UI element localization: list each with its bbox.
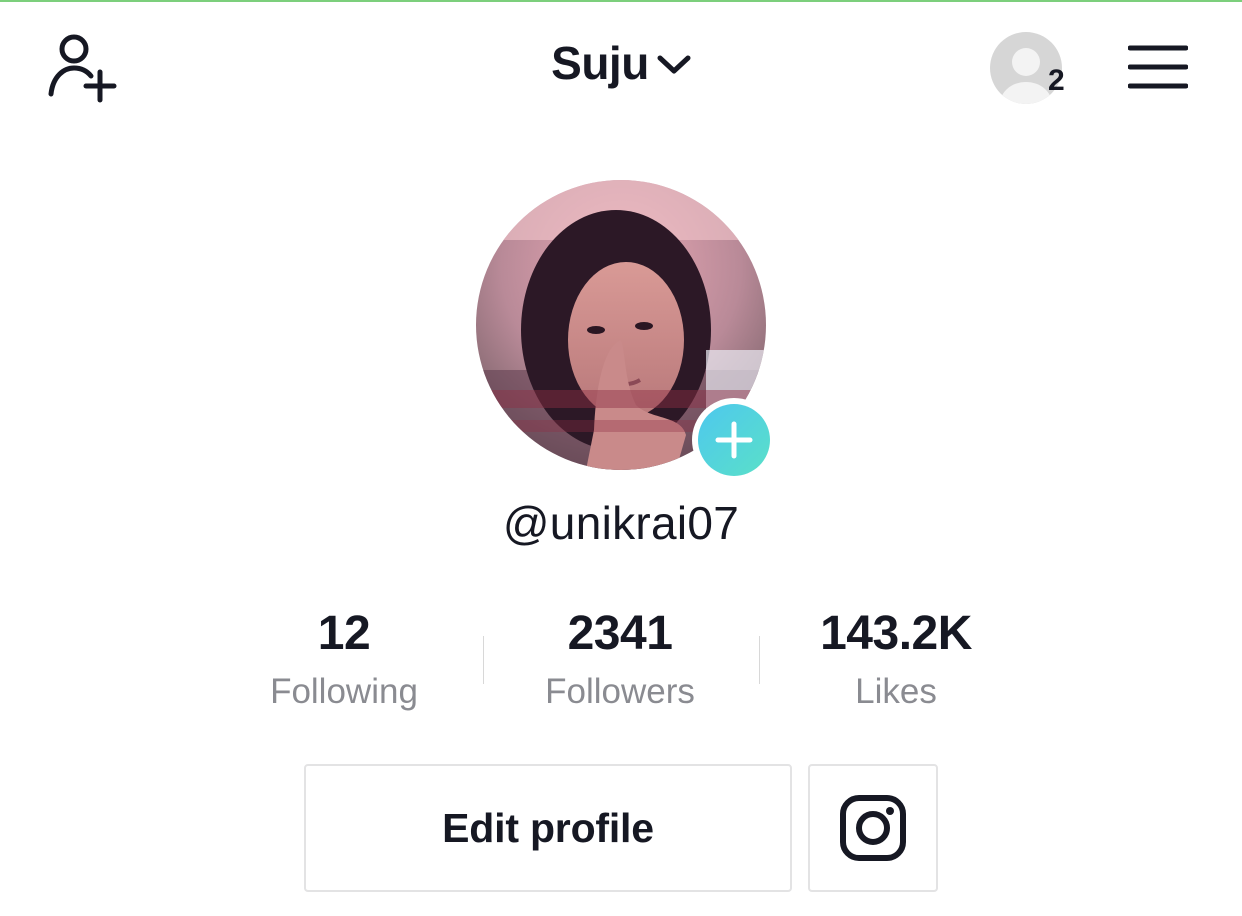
- likes-label: Likes: [855, 672, 937, 711]
- instagram-icon: [840, 795, 906, 861]
- account-switcher[interactable]: 2: [988, 30, 1078, 106]
- account-title: Suju: [551, 37, 649, 89]
- account-title-dropdown[interactable]: Suju: [551, 36, 691, 90]
- username: @unikrai07: [502, 497, 740, 549]
- edit-profile-label: Edit profile: [442, 804, 654, 851]
- instagram-button[interactable]: [808, 764, 938, 892]
- likes-count: 143.2K: [820, 607, 972, 660]
- account-count-badge: 2: [1048, 64, 1065, 97]
- followers-label: Followers: [545, 672, 695, 711]
- followers-stat[interactable]: 2341 Followers: [482, 606, 758, 722]
- following-count: 12: [317, 607, 371, 660]
- following-stat[interactable]: 12 Following: [206, 606, 482, 722]
- plus-icon: [715, 421, 753, 459]
- likes-stat[interactable]: 143.2K Likes: [758, 606, 1034, 722]
- add-photo-button[interactable]: [692, 398, 776, 482]
- following-label: Following: [270, 672, 418, 711]
- followers-count: 2341: [567, 607, 673, 660]
- chevron-down-icon: [657, 55, 691, 74]
- profile-header: Suju 2: [0, 0, 1242, 130]
- hamburger-menu-icon: [1127, 45, 1189, 89]
- menu-button[interactable]: [1127, 44, 1189, 90]
- edit-profile-button[interactable]: Edit profile: [304, 764, 792, 892]
